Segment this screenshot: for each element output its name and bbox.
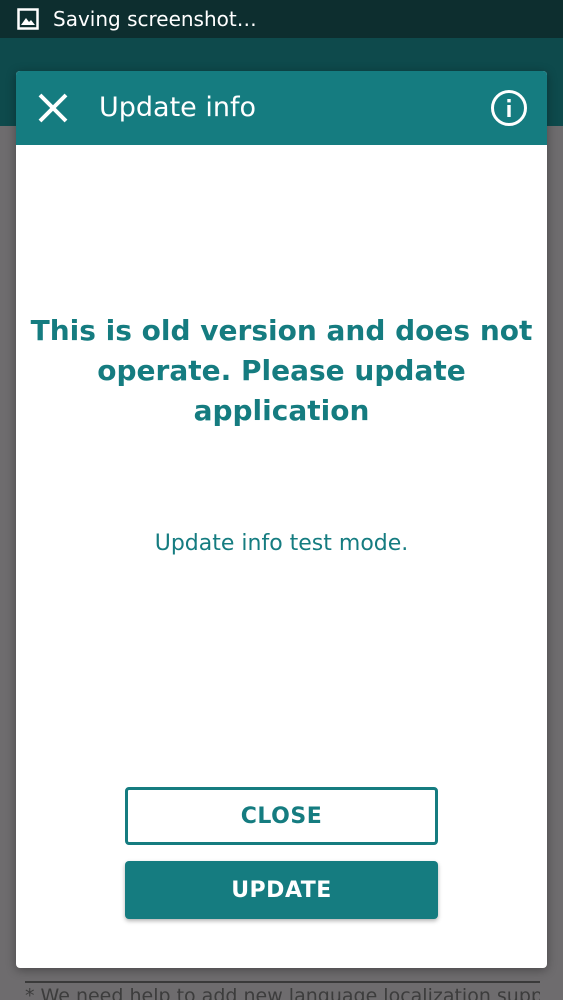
background-divider xyxy=(25,981,540,983)
update-button[interactable]: UPDATE xyxy=(125,861,438,919)
update-subtext: Update info test mode. xyxy=(154,531,409,556)
background-text-snippet: * We need help to add new language local… xyxy=(25,985,540,1000)
update-headline: This is old version and does not operate… xyxy=(30,314,533,427)
update-info-dialog: Update info This is old version and does… xyxy=(16,71,547,968)
dialog-title: Update info xyxy=(99,92,257,123)
image-icon xyxy=(17,8,39,30)
close-icon[interactable] xyxy=(36,91,70,125)
status-text: Saving screenshot… xyxy=(53,7,257,31)
info-icon[interactable] xyxy=(490,89,528,127)
close-button[interactable]: CLOSE xyxy=(125,787,438,845)
dialog-header: Update info xyxy=(16,71,547,145)
status-bar: Saving screenshot… xyxy=(0,0,563,38)
